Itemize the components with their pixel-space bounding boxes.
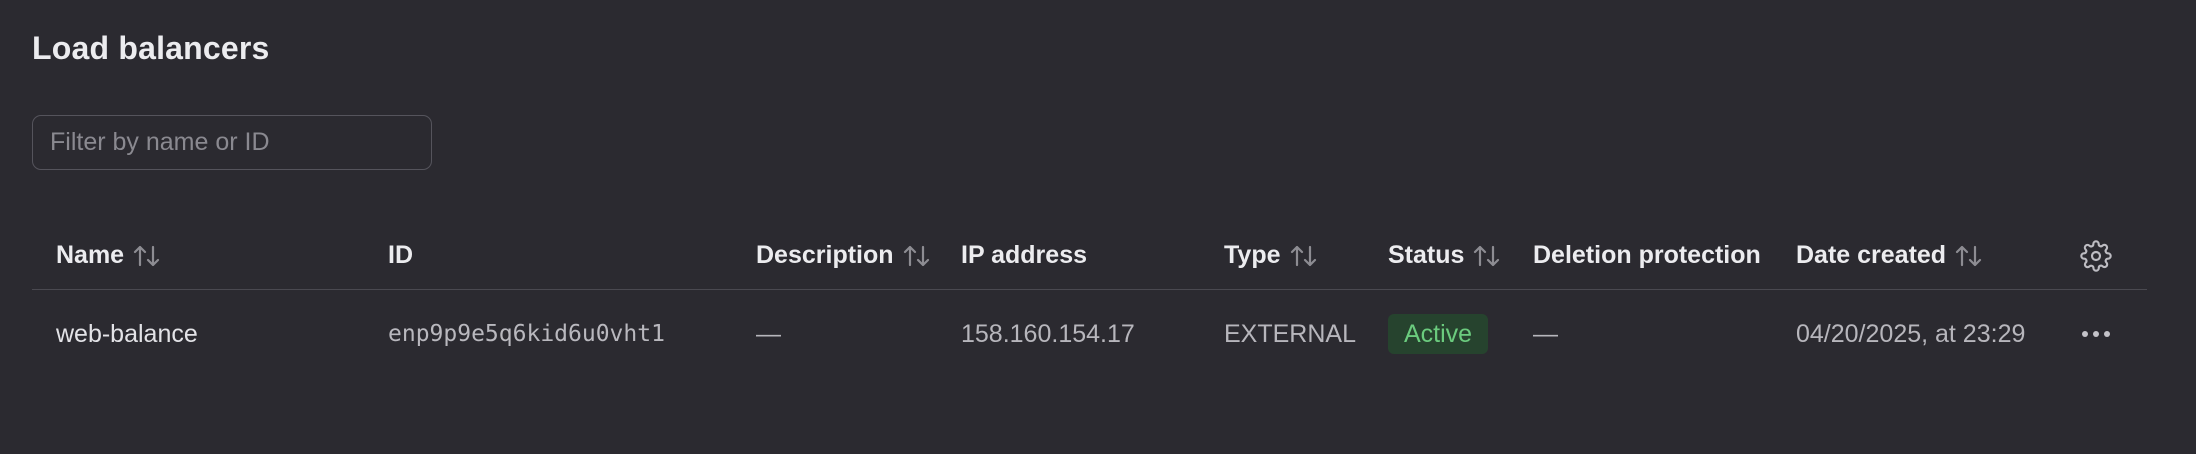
table-settings-gear-icon[interactable] xyxy=(2080,222,2112,289)
status-badge: Active xyxy=(1388,314,1489,354)
cell-date-created: 04/20/2025, at 23:29 xyxy=(1796,319,2026,348)
load-balancers-page: Load balancers Name ID Description IP ad… xyxy=(0,0,2196,454)
sort-icon[interactable] xyxy=(1472,243,1502,269)
column-header-ip-address: IP address xyxy=(961,222,1087,289)
cell-type: EXTERNAL xyxy=(1224,319,1356,348)
column-header-name[interactable]: Name xyxy=(56,222,162,289)
table-row[interactable]: web-balance enp9p9e5q6kid6u0vht1 — 158.1… xyxy=(32,290,2147,378)
sort-icon[interactable] xyxy=(132,243,162,269)
column-header-deletion-protection: Deletion protection xyxy=(1533,222,1761,289)
column-header-description[interactable]: Description xyxy=(756,222,932,289)
cell-ip-address: 158.160.154.17 xyxy=(961,319,1135,348)
sort-icon[interactable] xyxy=(1954,243,1984,269)
column-label: Description xyxy=(756,241,894,269)
column-label: Date created xyxy=(1796,241,1947,269)
page-title: Load balancers xyxy=(32,30,270,66)
column-header-type[interactable]: Type xyxy=(1224,222,1319,289)
column-header-id: ID xyxy=(388,222,413,289)
column-label: Type xyxy=(1224,241,1281,269)
cell-status: Active xyxy=(1388,290,1489,378)
cell-deletion-protection: — xyxy=(1533,319,1558,348)
cell-description: — xyxy=(756,319,781,348)
column-header-date-created[interactable]: Date created xyxy=(1796,222,1984,289)
sort-icon[interactable] xyxy=(1289,243,1319,269)
load-balancers-table: Name ID Description IP address Type Stat… xyxy=(32,222,2147,378)
filter-input[interactable] xyxy=(32,115,432,170)
row-actions-more-icon[interactable] xyxy=(2080,290,2112,378)
cell-name[interactable]: web-balance xyxy=(56,290,198,378)
column-label: Status xyxy=(1388,241,1465,269)
column-label: ID xyxy=(388,241,413,269)
column-label: Name xyxy=(56,241,125,269)
cell-id: enp9p9e5q6kid6u0vht1 xyxy=(388,321,665,347)
column-label: IP address xyxy=(961,241,1088,269)
column-header-status[interactable]: Status xyxy=(1388,222,1502,289)
column-label: Deletion protection xyxy=(1533,241,1761,269)
sort-icon[interactable] xyxy=(902,243,932,269)
table-header: Name ID Description IP address Type Stat… xyxy=(32,222,2147,290)
